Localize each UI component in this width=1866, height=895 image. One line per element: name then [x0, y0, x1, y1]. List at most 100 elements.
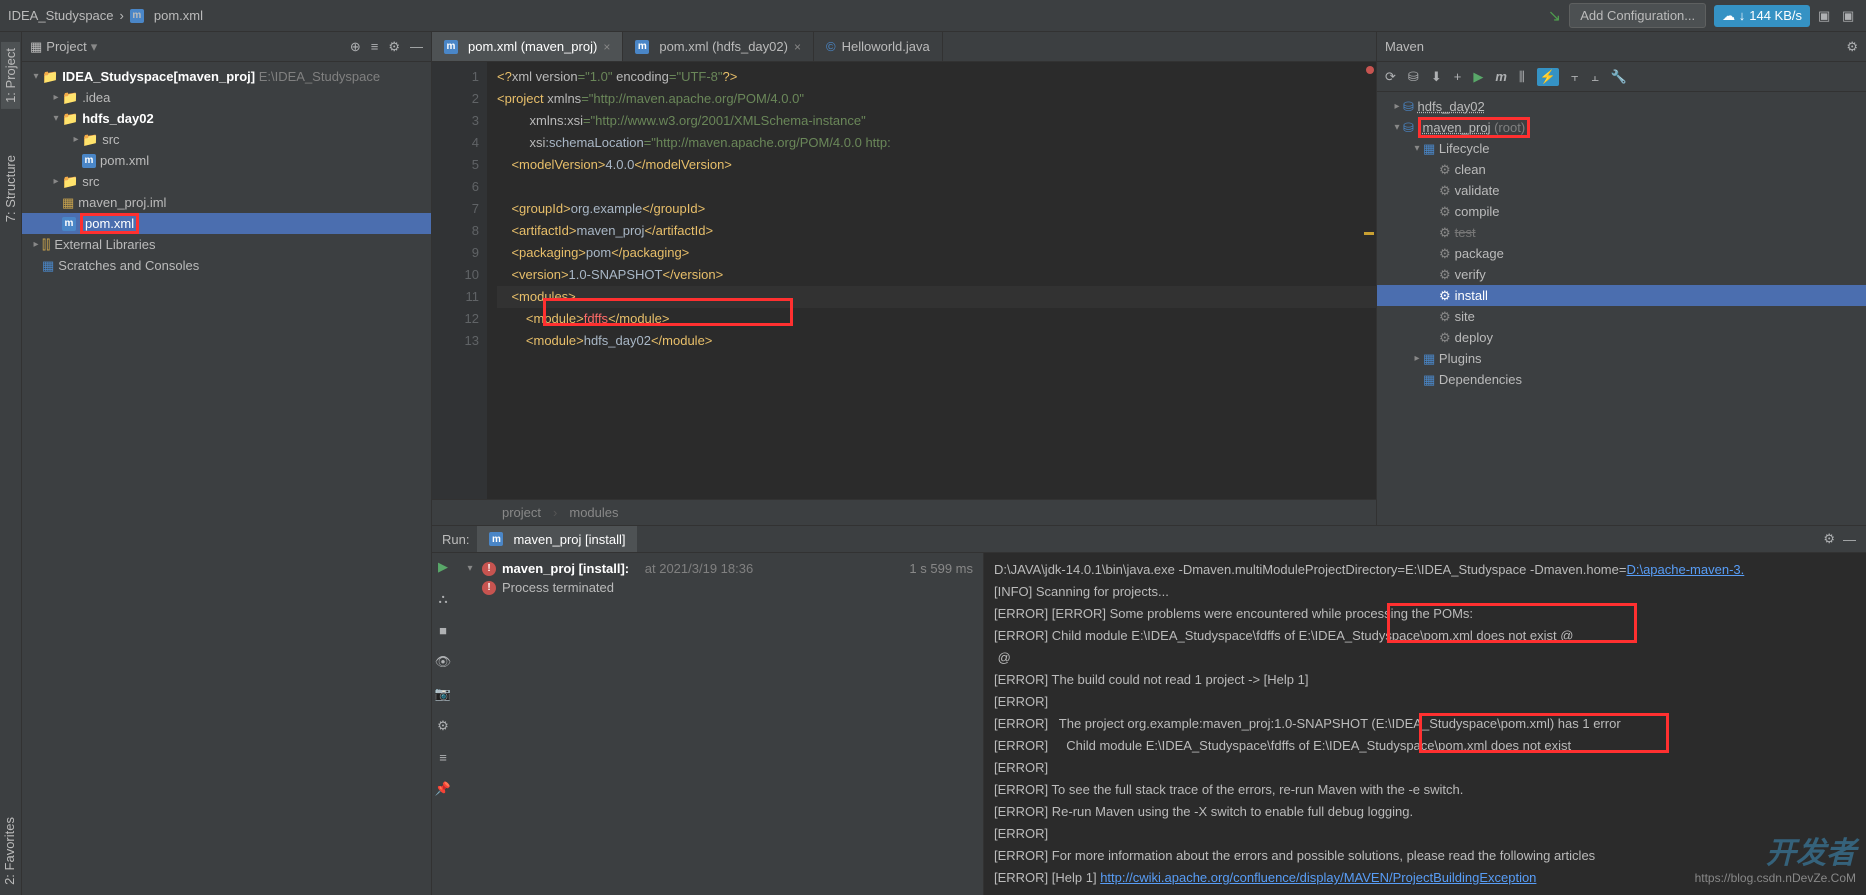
rail-tab-project[interactable]: 1: Project	[1, 42, 20, 109]
error-marker-icon[interactable]	[1366, 66, 1374, 74]
error-stripe[interactable]	[1364, 62, 1376, 499]
dropdown-icon[interactable]: ▾	[91, 39, 98, 55]
tree-ext-libs[interactable]: ▸⫿⫿External Libraries	[22, 234, 431, 255]
toolbar-icon-1[interactable]: ▣	[1818, 8, 1834, 24]
highlight-box-error2	[1419, 713, 1669, 753]
wrench-icon[interactable]: 🔧	[1611, 69, 1627, 85]
rail-tab-favorites[interactable]: 2: Favorites	[2, 817, 17, 885]
breadcrumb-root[interactable]: IDEA_Studyspace	[8, 8, 114, 23]
footer-url: https://blog.csdn.nDevZe.CoM	[1695, 867, 1856, 889]
warning-marker-icon[interactable]	[1364, 232, 1374, 235]
maven-goal-validate[interactable]: ⚙validate	[1377, 180, 1866, 201]
rail-tab-structure[interactable]: 7: Structure	[1, 149, 20, 228]
tree-idea[interactable]: ▸📁.idea	[22, 87, 431, 108]
tree-pom1[interactable]: mpom.xml	[22, 150, 431, 171]
run-toolbar: ▶ ⛬ ■ 👁 📷 ⚙ ≡ 📌	[432, 553, 454, 895]
console-output[interactable]: D:\JAVA\jdk-14.0.1\bin\java.exe -Dmaven.…	[984, 553, 1866, 895]
maven-goal-test[interactable]: ⚙test	[1377, 222, 1866, 243]
eye-icon[interactable]: 👁	[435, 654, 452, 670]
top-bar: IDEA_Studyspace › m pom.xml ↘ Add Config…	[0, 0, 1866, 32]
maven-panel: Maven ⚙ ⟳ ⛁ ⬇ + ▶ m ⫼ ⚡ ⫟ ⫠ 🔧 ▸⛁	[1376, 32, 1866, 525]
maven-proj-node[interactable]: ▾⛁ maven_proj (root)	[1377, 117, 1866, 138]
rerun-icon[interactable]: ▶	[438, 559, 448, 575]
layout-icon[interactable]: ≡	[439, 750, 447, 765]
editor-tabs: mpom.xml (maven_proj)× mpom.xml (hdfs_da…	[432, 32, 1376, 62]
expand-icon[interactable]: ⫟	[1571, 69, 1579, 85]
close-icon[interactable]: ×	[603, 40, 610, 54]
maven-title: Maven	[1385, 39, 1424, 54]
gear-icon[interactable]: ⚙	[437, 718, 449, 734]
maven-icon[interactable]: m	[1495, 69, 1507, 84]
maven-file-icon: m	[130, 9, 144, 23]
toggle-icon[interactable]: ⫼	[1519, 69, 1525, 85]
tree-src2[interactable]: ▸📁src	[22, 171, 431, 192]
tree-iml[interactable]: ▦maven_proj.iml	[22, 192, 431, 213]
run-config-dropdown[interactable]: Add Configuration...	[1569, 3, 1706, 28]
maven-plugins[interactable]: ▸▦ Plugins	[1377, 348, 1866, 369]
generate-icon[interactable]: ⛁	[1408, 69, 1419, 85]
settings-icon[interactable]: ⚙	[1846, 39, 1858, 55]
network-speed-badge[interactable]: ☁ ↓ 144 KB/s	[1714, 5, 1810, 27]
download-icon[interactable]: ⬇	[1431, 69, 1442, 85]
target-icon[interactable]: ⊕	[350, 39, 361, 55]
maven-dependencies[interactable]: ▦ Dependencies	[1377, 369, 1866, 390]
panel-title[interactable]: Project	[46, 39, 86, 54]
filter-icon[interactable]: ⛬	[438, 591, 447, 607]
editor-breadcrumb: project› modules	[432, 499, 1376, 525]
crumb-modules[interactable]: modules	[569, 505, 618, 520]
left-tool-rail: 1: Project 7: Structure	[0, 32, 22, 895]
error-icon: !	[482, 581, 496, 595]
breadcrumb: IDEA_Studyspace › m pom.xml	[8, 8, 1548, 23]
tab-pom-maven-proj[interactable]: mpom.xml (maven_proj)×	[432, 32, 623, 61]
minimize-icon[interactable]: —	[410, 39, 423, 55]
highlight-box-module	[543, 298, 793, 326]
project-icon: ▦	[30, 39, 42, 55]
run-title: Run:	[442, 532, 469, 547]
build-icon[interactable]: ↘	[1548, 6, 1561, 26]
stop-icon[interactable]: ■	[439, 623, 447, 638]
minimize-icon[interactable]: —	[1843, 532, 1856, 547]
add-icon[interactable]: +	[1454, 69, 1462, 84]
tab-helloworld[interactable]: ©Helloworld.java	[814, 32, 943, 61]
offline-icon[interactable]: ⚡	[1537, 68, 1559, 86]
maven-goal-clean[interactable]: ⚙clean	[1377, 159, 1866, 180]
maven-lifecycle[interactable]: ▾▦ Lifecycle	[1377, 138, 1866, 159]
maven-hdfs-node[interactable]: ▸⛁ hdfs_day02	[1377, 96, 1866, 117]
run-header: Run: mmaven_proj [install] ⚙ —	[432, 526, 1866, 553]
collapse-all-icon[interactable]: ⫠	[1591, 69, 1599, 85]
code-editor[interactable]: 12345678910111213 <?xml version="1.0" en…	[432, 62, 1376, 499]
tab-pom-hdfs[interactable]: mpom.xml (hdfs_day02)×	[623, 32, 814, 61]
tree-hdfs[interactable]: ▾📁hdfs_day02	[22, 108, 431, 129]
close-icon[interactable]: ×	[794, 40, 801, 54]
settings-icon[interactable]: ⚙	[1823, 531, 1835, 547]
run-terminated-node[interactable]: !Process terminated	[460, 578, 977, 597]
maven-goal-install[interactable]: ⚙install	[1377, 285, 1866, 306]
run-root-node[interactable]: ▾! maven_proj [install]: at 2021/3/19 18…	[460, 559, 977, 578]
tree-root[interactable]: ▾📁IDEA_Studyspace [maven_proj] E:\IDEA_S…	[22, 66, 431, 87]
maven-goal-deploy[interactable]: ⚙deploy	[1377, 327, 1866, 348]
project-panel: ▦ Project ▾ ⊕ ≡ ⚙ — ▾📁IDEA_Studyspace [m…	[22, 32, 432, 895]
settings-icon[interactable]: ⚙	[388, 39, 400, 55]
error-icon: !	[482, 562, 496, 576]
highlight-box-error1	[1387, 603, 1637, 643]
project-tree: ▾📁IDEA_Studyspace [maven_proj] E:\IDEA_S…	[22, 62, 431, 895]
chevron-right-icon: ›	[120, 8, 124, 23]
maven-goal-verify[interactable]: ⚙verify	[1377, 264, 1866, 285]
tree-pom2[interactable]: mpom.xml	[22, 213, 431, 234]
maven-toolbar: ⟳ ⛁ ⬇ + ▶ m ⫼ ⚡ ⫟ ⫠ 🔧	[1377, 62, 1866, 92]
maven-goal-site[interactable]: ⚙site	[1377, 306, 1866, 327]
run-icon[interactable]: ▶	[1473, 69, 1483, 85]
maven-goal-compile[interactable]: ⚙compile	[1377, 201, 1866, 222]
collapse-icon[interactable]: ≡	[371, 39, 379, 55]
breadcrumb-file[interactable]: pom.xml	[154, 8, 203, 23]
toolbar-icon-2[interactable]: ▣	[1842, 8, 1858, 24]
tree-scratches[interactable]: ▦Scratches and Consoles	[22, 255, 431, 276]
tree-src1[interactable]: ▸📁src	[22, 129, 431, 150]
run-tab[interactable]: mmaven_proj [install]	[477, 526, 637, 552]
crumb-project[interactable]: project	[502, 505, 541, 520]
pin-icon[interactable]: 📌	[435, 781, 451, 797]
maven-goal-package[interactable]: ⚙package	[1377, 243, 1866, 264]
reimport-icon[interactable]: ⟳	[1385, 69, 1396, 85]
camera-icon[interactable]: 📷	[435, 686, 451, 702]
line-gutter: 12345678910111213	[432, 62, 487, 499]
